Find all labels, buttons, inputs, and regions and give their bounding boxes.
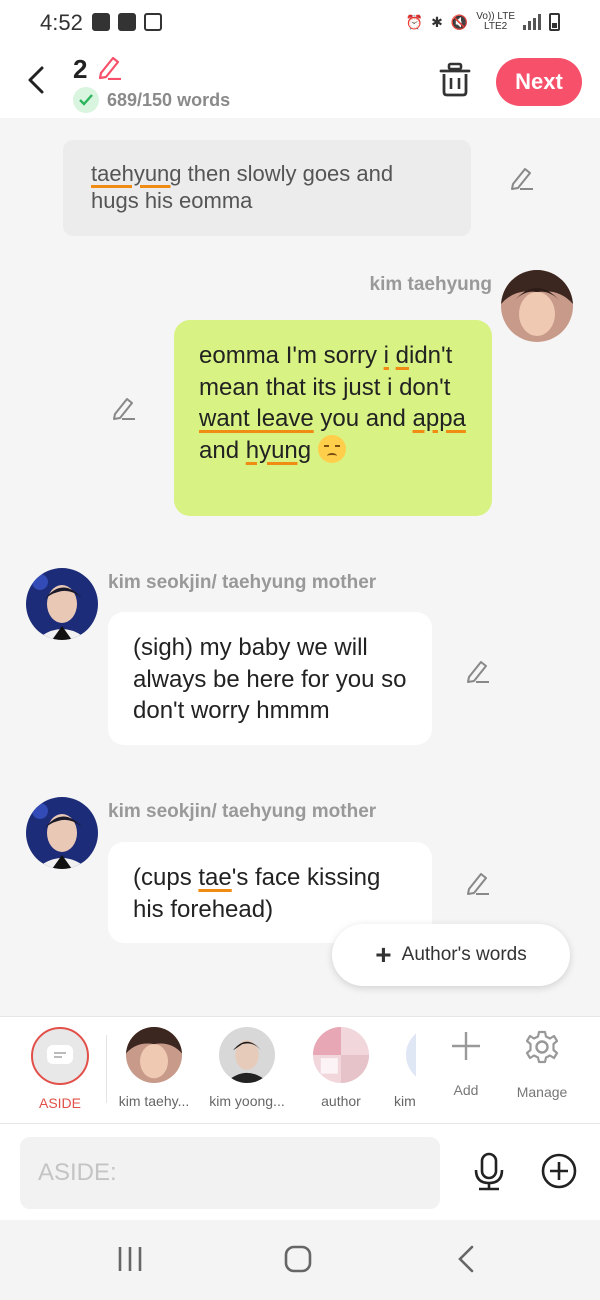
- avatar: [406, 1027, 416, 1083]
- manage-label: Manage: [516, 1084, 568, 1100]
- avatar-photo: [501, 270, 573, 342]
- message-word-underlined: want leave: [199, 405, 314, 432]
- edit-pencil-icon[interactable]: [508, 165, 534, 191]
- checkbox-notification-icon: [144, 13, 162, 31]
- aside-input[interactable]: [20, 1137, 440, 1209]
- character-selector: ASIDE kim taehy... kim yoong... author k…: [0, 1016, 600, 1123]
- sender-name: kim taehyung: [369, 274, 492, 295]
- speech-bubble-icon: [47, 1045, 73, 1064]
- network-bottom-label: LTE2: [484, 21, 508, 32]
- plus-icon: [452, 1032, 480, 1060]
- message-letter-underlined: d: [395, 342, 409, 369]
- notification-icon: [118, 13, 136, 31]
- gear-icon: [525, 1030, 559, 1064]
- character-item[interactable]: kim: [376, 1027, 416, 1109]
- message-text: and: [199, 436, 246, 464]
- add-label: Add: [453, 1082, 479, 1098]
- microphone-icon[interactable]: [470, 1152, 508, 1192]
- chapter-number: 2: [73, 54, 88, 84]
- editor-header: 2 689/150 words Next: [0, 44, 600, 118]
- alarm-icon: ⏰: [405, 13, 424, 30]
- status-time: 4:52: [40, 10, 83, 35]
- trash-icon[interactable]: [438, 62, 472, 98]
- character-label: kim yoong...: [209, 1093, 285, 1109]
- character-label: author: [321, 1093, 361, 1109]
- status-bar: 4:52 ⏰ ✱ 🔇 Vo)) LTE LTE2: [0, 0, 600, 44]
- aside-avatar: [31, 1027, 89, 1085]
- sender-name: kim seokjin/ taehyung mother: [108, 572, 377, 593]
- character-label: kim taehy...: [118, 1093, 190, 1109]
- avatar: [313, 1027, 369, 1083]
- character-item[interactable]: kim yoong...: [204, 1027, 290, 1109]
- avatar[interactable]: [26, 797, 98, 869]
- back-nav-icon[interactable]: [455, 1244, 477, 1274]
- character-label: kim: [394, 1093, 416, 1109]
- message-text: (cups: [133, 864, 199, 891]
- next-button[interactable]: Next: [496, 58, 582, 106]
- input-bar: [0, 1123, 600, 1220]
- avatar: [219, 1027, 275, 1083]
- edit-chapter-icon[interactable]: [96, 54, 122, 80]
- character-aside[interactable]: ASIDE: [17, 1027, 103, 1111]
- word-count: 689/150 words: [107, 90, 231, 110]
- divider: [106, 1035, 107, 1103]
- avatar-photo: [26, 568, 98, 640]
- edit-pencil-icon[interactable]: [464, 658, 490, 684]
- recent-apps-icon[interactable]: [116, 1244, 144, 1274]
- message-word-underlined: hyung: [245, 436, 312, 464]
- check-icon: [73, 87, 99, 113]
- pensive-face-emoji-icon: [317, 434, 346, 463]
- avatar: [126, 1027, 182, 1083]
- bluetooth-icon: ✱: [431, 13, 443, 30]
- character-item[interactable]: author: [298, 1027, 384, 1109]
- authors-words-button[interactable]: + Author's words: [332, 924, 570, 986]
- edit-pencil-icon[interactable]: [110, 395, 136, 421]
- avatar[interactable]: [26, 568, 98, 640]
- signal-icon: [523, 14, 541, 30]
- avatar[interactable]: [501, 270, 573, 342]
- home-icon[interactable]: [283, 1244, 313, 1274]
- manage-characters-button[interactable]: Manage: [502, 1029, 582, 1100]
- avatar-photo: [26, 797, 98, 869]
- system-nav-bar: [0, 1220, 600, 1300]
- battery-icon: [549, 13, 560, 31]
- message-text: eomma I'm sorry: [199, 342, 384, 369]
- message-text: [389, 342, 396, 369]
- add-circle-icon[interactable]: [540, 1152, 578, 1190]
- network-indicator: Vo)) LTE LTE2: [476, 12, 515, 32]
- self-message-bubble[interactable]: eomma I'm sorry i didn't mean that its j…: [174, 320, 492, 516]
- back-button[interactable]: [20, 62, 52, 98]
- character-item[interactable]: kim taehy...: [111, 1027, 197, 1109]
- chevron-left-icon: [28, 66, 44, 94]
- sender-name: kim seokjin/ taehyung mother: [108, 801, 377, 822]
- narration-bubble[interactable]: taehyung then slowly goes and hugs his e…: [63, 140, 471, 236]
- character-label: ASIDE: [38, 1095, 81, 1111]
- message-word-underlined: tae: [198, 864, 232, 891]
- narration-word-underlined: taehyung: [91, 161, 182, 186]
- plus-icon: +: [375, 939, 392, 970]
- other-message-bubble[interactable]: (sigh) my baby we will always be here fo…: [108, 612, 432, 745]
- message-text: (sigh) my baby we will always be here fo…: [133, 634, 407, 724]
- edit-pencil-icon[interactable]: [464, 870, 490, 896]
- authors-words-label: Author's words: [401, 944, 527, 965]
- mute-icon: 🔇: [450, 13, 469, 30]
- message-text: you and: [313, 405, 413, 432]
- message-word-underlined: appa: [412, 405, 466, 432]
- notification-icon: [92, 13, 110, 31]
- add-character-button[interactable]: Add: [426, 1029, 506, 1098]
